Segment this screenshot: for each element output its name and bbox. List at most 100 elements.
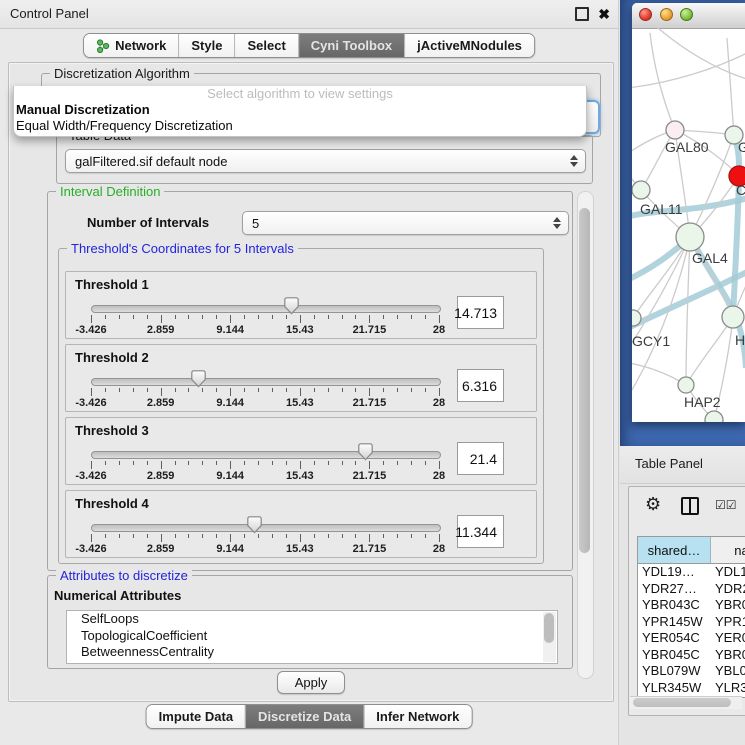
slider-thumb[interactable] bbox=[284, 297, 300, 315]
tab-cyni-toolbox[interactable]: Cyni Toolbox bbox=[298, 34, 404, 57]
network-node-hap2[interactable] bbox=[678, 377, 694, 393]
table-column-header[interactable]: na bbox=[711, 537, 745, 563]
network-edge-thick[interactable] bbox=[733, 135, 739, 317]
network-edge[interactable] bbox=[686, 237, 690, 385]
network-node-label: GA bbox=[738, 139, 745, 155]
panel-title: Control Panel bbox=[10, 6, 89, 21]
threshold-row: Threshold 2-3.4262.8599.14415.4321.71528… bbox=[65, 344, 537, 412]
list-scrollbar[interactable] bbox=[543, 612, 556, 662]
network-edge[interactable] bbox=[632, 362, 686, 385]
numerical-attributes-label: Numerical Attributes bbox=[54, 588, 181, 603]
table-cell[interactable]: YBR043C bbox=[638, 597, 711, 614]
threshold-value-field[interactable]: 11.344 bbox=[457, 515, 504, 548]
table-cell[interactable]: YER0 bbox=[711, 630, 745, 647]
tab-jactivemnodules[interactable]: jActiveMNodules bbox=[404, 34, 534, 57]
table-cell[interactable]: YDL1 bbox=[711, 564, 745, 581]
network-node-gal4[interactable] bbox=[676, 223, 704, 251]
table-cell[interactable]: YBR0 bbox=[711, 647, 745, 664]
table-cell[interactable]: YDR27… bbox=[638, 581, 711, 598]
threshold-value-field[interactable]: 21.4 bbox=[457, 442, 504, 475]
threshold-value-field[interactable]: 6.316 bbox=[457, 369, 504, 402]
slider-thumb[interactable] bbox=[191, 370, 207, 388]
slider-tick-labels: -3.4262.8599.14415.4321.71528 bbox=[91, 543, 439, 555]
table-row[interactable]: YBR043CYBR0 bbox=[638, 597, 745, 614]
attributes-group-title: Attributes to discretize bbox=[56, 568, 192, 583]
threshold-slider[interactable]: -3.4262.8599.14415.4321.71528 bbox=[66, 272, 466, 338]
tab-label: Discretize Data bbox=[258, 709, 351, 724]
table-cell[interactable]: YDL19… bbox=[638, 564, 711, 581]
tab-style[interactable]: Style bbox=[178, 34, 234, 57]
network-node-gal11[interactable] bbox=[632, 181, 650, 199]
table-hscrollbar-thumb[interactable] bbox=[633, 698, 731, 707]
table-cell[interactable]: YER054C bbox=[638, 630, 711, 647]
tab-label: Impute Data bbox=[159, 709, 233, 724]
attribute-list-item[interactable]: SelfLoops bbox=[67, 611, 557, 628]
table-row[interactable]: YDR27…YDR2 bbox=[638, 581, 745, 598]
threshold-row: Threshold 3-3.4262.8599.14415.4321.71528… bbox=[65, 417, 537, 485]
table-hscrollbar[interactable] bbox=[630, 696, 742, 709]
table-row[interactable]: YBL079WYBL0 bbox=[638, 663, 745, 680]
network-node-gal80[interactable] bbox=[666, 121, 684, 139]
popup-option[interactable]: Manual Discretization bbox=[14, 102, 586, 118]
table-row[interactable]: YER054CYER0 bbox=[638, 630, 745, 647]
attribute-list-item[interactable]: BetweennessCentrality bbox=[67, 644, 557, 661]
minimize-traffic-light-icon[interactable] bbox=[660, 8, 673, 21]
table-cell[interactable]: YLR3 bbox=[711, 680, 745, 697]
panel-scrollbar-thumb[interactable] bbox=[579, 208, 590, 553]
threshold-value-field[interactable]: 14.713 bbox=[457, 296, 504, 329]
float-window-icon[interactable] bbox=[575, 7, 589, 21]
gear-icon[interactable]: ⚙ bbox=[645, 494, 661, 515]
attribute-list-item[interactable]: TopologicalCoefficient bbox=[67, 628, 557, 645]
tab-network[interactable]: Network bbox=[84, 34, 178, 57]
table-cell[interactable]: YBL079W bbox=[638, 663, 711, 680]
table-cell[interactable]: YPR145W bbox=[638, 614, 711, 631]
network-edge[interactable] bbox=[727, 38, 734, 135]
tab-select[interactable]: Select bbox=[234, 34, 297, 57]
network-canvas[interactable]: GAL80GACGAL11GAL4GCY1HHAP2 bbox=[632, 28, 745, 422]
slider-ticks bbox=[91, 388, 439, 397]
network-edge[interactable] bbox=[686, 317, 733, 385]
tab-impute-data[interactable]: Impute Data bbox=[147, 705, 245, 728]
threshold-slider[interactable]: -3.4262.8599.14415.4321.71528 bbox=[66, 418, 466, 484]
table-cell[interactable]: YDR2 bbox=[711, 581, 745, 598]
popup-option[interactable]: Equal Width/Frequency Discretization bbox=[14, 118, 586, 134]
threshold-slider[interactable]: -3.4262.8599.14415.4321.71528 bbox=[66, 345, 466, 411]
network-view-window: GAL80GACGAL11GAL4GCY1HHAP2 bbox=[620, 0, 745, 446]
table-row[interactable]: YPR145WYPR1 bbox=[638, 614, 745, 631]
list-scrollbar-thumb[interactable] bbox=[544, 613, 554, 643]
tab-label: Select bbox=[247, 38, 285, 53]
numerical-attributes-list[interactable]: SelfLoopsTopologicalCoefficientBetweenne… bbox=[66, 610, 558, 664]
table-row[interactable]: YDL19…YDL1 bbox=[638, 564, 745, 581]
tab-discretize-data[interactable]: Discretize Data bbox=[245, 705, 363, 728]
close-traffic-light-icon[interactable] bbox=[639, 8, 652, 21]
table-data-combobox[interactable]: galFiltered.sif default node bbox=[65, 149, 586, 173]
threshold-slider[interactable]: -3.4262.8599.14415.4321.71528 bbox=[66, 491, 466, 557]
table-cell[interactable]: YLR345W bbox=[638, 680, 711, 697]
table-cell[interactable]: YBR0 bbox=[711, 597, 745, 614]
tab-infer-network[interactable]: Infer Network bbox=[363, 705, 471, 728]
apply-button[interactable]: Apply bbox=[277, 671, 345, 694]
network-window-titlebar[interactable] bbox=[632, 3, 745, 29]
table-data-group: Table Data galFiltered.sif default node bbox=[56, 135, 593, 184]
table-column-header[interactable]: shared… bbox=[638, 537, 711, 563]
table-row[interactable]: YBR045CYBR0 bbox=[638, 647, 745, 664]
slider-thumb[interactable] bbox=[247, 516, 263, 534]
combobox-spinner-icon bbox=[570, 155, 578, 167]
number-of-intervals-combobox[interactable]: 5 bbox=[242, 211, 569, 235]
table-cell[interactable]: YPR1 bbox=[711, 614, 745, 631]
checkbox-icons[interactable]: ☑☑ bbox=[715, 498, 737, 512]
slider-track[interactable] bbox=[91, 378, 441, 386]
table-row[interactable]: YLR345WYLR3 bbox=[638, 680, 745, 697]
threshold-row: Threshold 4-3.4262.8599.14415.4321.71528… bbox=[65, 490, 537, 558]
slider-track[interactable] bbox=[91, 451, 441, 459]
slider-thumb[interactable] bbox=[358, 443, 374, 461]
slider-track[interactable] bbox=[91, 305, 441, 313]
panel-scrollbar[interactable] bbox=[577, 191, 594, 679]
table-cell[interactable]: YBL0 bbox=[711, 663, 745, 680]
split-view-icon[interactable] bbox=[681, 497, 699, 515]
network-node-h[interactable] bbox=[722, 306, 744, 328]
slider-track[interactable] bbox=[91, 524, 441, 532]
table-cell[interactable]: YBR045C bbox=[638, 647, 711, 664]
zoom-traffic-light-icon[interactable] bbox=[680, 8, 693, 21]
close-icon[interactable]: ✖ bbox=[598, 7, 610, 21]
